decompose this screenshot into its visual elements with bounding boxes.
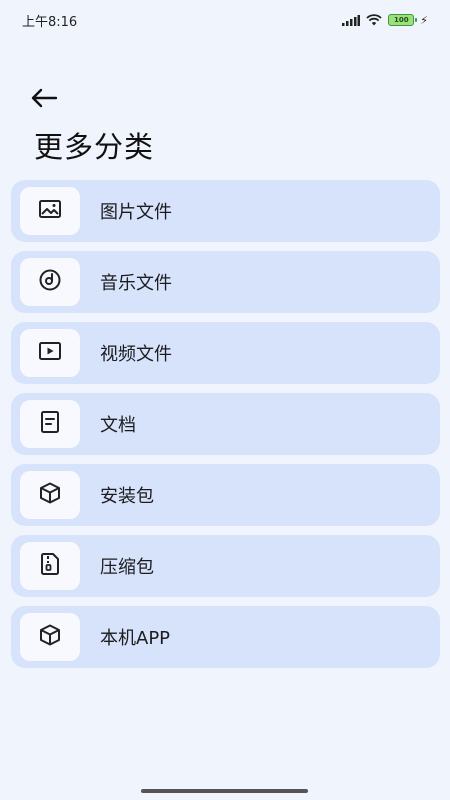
signal-icon: [342, 11, 361, 30]
document-icon: [40, 410, 60, 438]
category-list: 图片文件 音乐文件 视频文件 文档 安装包 压缩包 本机APP: [11, 180, 440, 668]
category-item-packages[interactable]: 安装包: [11, 464, 440, 526]
video-play-icon: [38, 341, 62, 365]
category-item-images[interactable]: 图片文件: [11, 180, 440, 242]
category-label: 本机APP: [100, 628, 171, 649]
home-indicator[interactable]: [141, 789, 308, 793]
category-label: 安装包: [100, 486, 154, 507]
arrow-left-icon: [30, 88, 58, 112]
icon-container: [20, 329, 80, 377]
category-label: 图片文件: [100, 202, 172, 223]
icon-container: [20, 613, 80, 661]
category-label: 压缩包: [100, 557, 154, 578]
status-time: 上午8:16: [22, 14, 78, 30]
icon-container: [20, 258, 80, 306]
icon-container: [20, 400, 80, 448]
icon-container: [20, 471, 80, 519]
category-item-apps[interactable]: 本机APP: [11, 606, 440, 668]
category-item-archives[interactable]: 压缩包: [11, 535, 440, 597]
category-label: 文档: [100, 415, 136, 436]
image-icon: [38, 199, 62, 223]
category-label: 音乐文件: [100, 273, 172, 294]
category-item-videos[interactable]: 视频文件: [11, 322, 440, 384]
status-bar: 上午8:16 100 ⚡: [0, 0, 450, 40]
page-title: 更多分类: [34, 130, 155, 164]
icon-container: [20, 542, 80, 590]
category-item-music[interactable]: 音乐文件: [11, 251, 440, 313]
zip-file-icon: [40, 552, 60, 580]
wifi-icon: [366, 11, 382, 30]
battery-icon: 100: [388, 14, 418, 26]
package-cube-icon: [38, 481, 62, 509]
category-item-documents[interactable]: 文档: [11, 393, 440, 455]
icon-container: [20, 187, 80, 235]
music-disc-icon: [38, 268, 62, 296]
app-cube-icon: [38, 623, 62, 651]
category-label: 视频文件: [100, 344, 172, 365]
back-button[interactable]: [30, 84, 70, 116]
charging-icon: ⚡: [420, 13, 428, 27]
status-icons: 100 ⚡: [342, 11, 428, 30]
